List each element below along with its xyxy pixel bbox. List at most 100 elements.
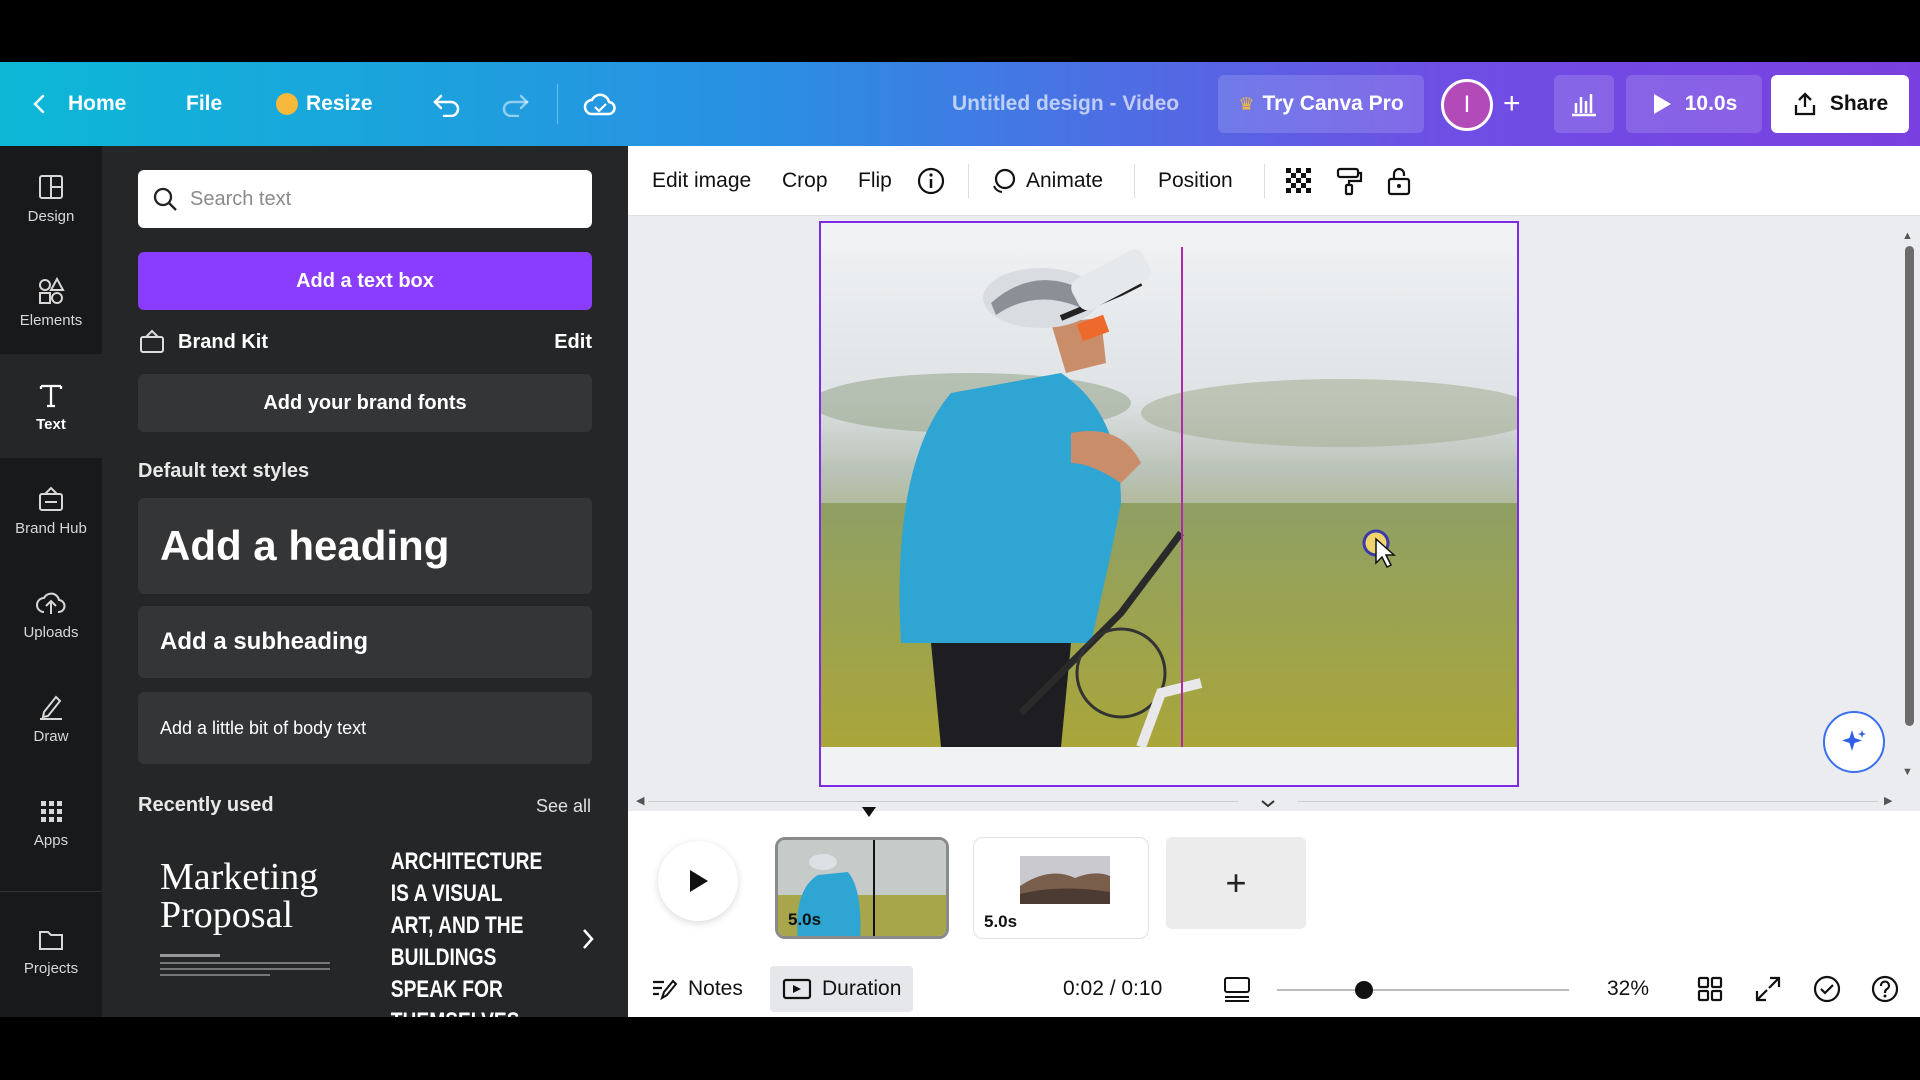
duration-button[interactable]: Duration <box>770 966 914 1012</box>
analytics-icon[interactable] <box>1554 75 1614 133</box>
search-icon <box>153 187 177 211</box>
recently-used-label: Recently used <box>138 794 274 816</box>
scroll-up-arrow-icon[interactable]: ▲ <box>1902 230 1913 242</box>
text-panel: Add a text box Brand Kit Edit Add your b… <box>102 146 628 1035</box>
brand-hub-icon <box>39 486 63 511</box>
add-brand-fonts-button[interactable]: Add your brand fonts <box>138 374 592 432</box>
rail-item-design[interactable]: Design <box>0 146 102 250</box>
brand-kit-edit-link[interactable]: Edit <box>554 331 592 354</box>
grid-view-icon[interactable] <box>1696 966 1724 1012</box>
brand-kit-row: Brand Kit Edit <box>138 322 592 362</box>
add-heading-button[interactable]: Add a heading <box>138 498 592 594</box>
scroll-right-arrow-icon[interactable]: ▶ <box>1884 794 1892 807</box>
scroll-down-arrow-icon[interactable]: ▼ <box>1902 766 1913 778</box>
avatar[interactable]: I <box>1441 79 1493 131</box>
redo-icon[interactable] <box>500 62 530 146</box>
file-menu[interactable]: File <box>186 62 222 146</box>
crop-button[interactable]: Crop <box>782 146 828 216</box>
vertical-scrollbar[interactable] <box>1905 246 1914 726</box>
rail-label: Design <box>27 207 75 225</box>
add-subheading-button[interactable]: Add a subheading <box>138 606 592 678</box>
add-member-icon[interactable]: + <box>1503 62 1521 146</box>
clip-duration: 5.0s <box>984 912 1018 931</box>
divider <box>1264 164 1265 198</box>
home-button[interactable]: Home <box>68 62 126 146</box>
check-icon[interactable] <box>1812 966 1842 1012</box>
chevron-right-icon[interactable] <box>580 926 596 957</box>
duration-label: Duration <box>822 977 902 1000</box>
rail-item-uploads[interactable]: Uploads <box>0 562 102 666</box>
zoom-slider-handle[interactable] <box>1355 981 1373 999</box>
try-canva-pro-button[interactable]: ♛ Try Canva Pro <box>1218 75 1424 133</box>
context-toolbar: Edit image Crop Flip Animate Position <box>628 146 1920 216</box>
play-duration: 10.0s <box>1684 92 1738 115</box>
play-icon <box>1653 94 1671 114</box>
canvas-photo <box>821 223 1517 785</box>
rail-label: Draw <box>33 727 69 745</box>
timeline-clip-1[interactable]: 5.0s <box>775 837 949 939</box>
notes-label: Notes <box>688 977 743 1000</box>
document-title[interactable]: Untitled design - Video <box>952 62 1179 146</box>
rail-item-apps[interactable]: Apps <box>0 770 102 874</box>
flip-button[interactable]: Flip <box>858 146 892 216</box>
rail-item-projects[interactable]: Projects <box>0 898 102 1002</box>
undo-icon[interactable] <box>432 62 462 146</box>
text-icon <box>39 384 63 407</box>
play-icon <box>690 870 708 892</box>
design-canvas[interactable] <box>819 221 1519 787</box>
recent-template-lines <box>160 954 330 976</box>
search-input[interactable] <box>190 187 570 211</box>
cloud-save-icon[interactable] <box>582 62 618 146</box>
playhead-marker-icon[interactable] <box>860 805 878 826</box>
rail-label: Apps <box>33 831 69 849</box>
try-pro-label: Try Canva Pro <box>1262 92 1404 115</box>
zoom-level[interactable]: 32% <box>1607 966 1649 1012</box>
see-all-link[interactable]: See all <box>536 796 591 817</box>
notes-icon <box>653 979 678 1001</box>
page-view-icon[interactable] <box>1222 966 1252 1012</box>
fullscreen-icon[interactable] <box>1754 966 1782 1012</box>
crown-icon <box>276 93 298 115</box>
timeline-play-button[interactable] <box>658 841 738 921</box>
rail-item-brand-hub[interactable]: Brand Hub <box>0 458 102 562</box>
zoom-slider-track[interactable] <box>1277 989 1569 991</box>
add-text-box-button[interactable]: Add a text box <box>138 252 592 310</box>
brand-kit-icon <box>140 329 164 353</box>
timeline-clip-2[interactable]: 5.0s <box>973 837 1149 939</box>
search-box[interactable] <box>138 170 592 228</box>
clip-thumbnail <box>1020 856 1110 904</box>
resize-button[interactable]: Resize <box>276 62 373 146</box>
back-chevron-icon[interactable] <box>30 62 48 146</box>
brand-kit-label: Brand Kit <box>178 330 268 353</box>
rail-label: Projects <box>23 959 79 977</box>
play-preview-button[interactable]: 10.0s <box>1626 75 1762 133</box>
magic-assistant-button[interactable] <box>1823 711 1885 773</box>
recent-template-architecture[interactable]: ARCHITECTURE IS A VISUAL ART, AND THE BU… <box>370 836 580 1035</box>
scroll-left-arrow-icon[interactable]: ◀ <box>636 794 644 807</box>
recent-template-marketing[interactable]: Marketing Proposal <box>138 836 348 1011</box>
info-icon[interactable] <box>916 146 946 216</box>
transparency-icon[interactable] <box>1284 146 1314 216</box>
help-icon[interactable] <box>1870 966 1900 1012</box>
animate-button[interactable]: Animate <box>988 146 1103 216</box>
animate-label: Animate <box>1026 169 1104 192</box>
timeline: 5.0s 5.0s + Notes Duration 0:02 / 0:10 3… <box>628 807 1920 1017</box>
rail-item-elements[interactable]: Elements <box>0 250 102 354</box>
position-button[interactable]: Position <box>1158 146 1233 216</box>
recent-template-title: Marketing Proposal <box>160 856 319 936</box>
share-button[interactable]: Share <box>1771 75 1909 133</box>
animate-icon <box>993 168 1016 193</box>
add-page-button[interactable]: + <box>1166 837 1306 929</box>
divider <box>0 891 102 892</box>
share-label: Share <box>1829 92 1889 115</box>
notes-button[interactable]: Notes <box>650 966 743 1012</box>
rail-label: Text <box>36 415 66 433</box>
add-body-text-button[interactable]: Add a little bit of body text <box>138 692 592 764</box>
edit-image-button[interactable]: Edit image <box>652 146 751 216</box>
lock-icon[interactable] <box>1384 146 1414 216</box>
paint-roller-icon[interactable] <box>1334 146 1364 216</box>
rail-item-draw[interactable]: Draw <box>0 666 102 770</box>
rail-item-text[interactable]: Text <box>0 354 102 458</box>
editor-area: Edit image Crop Flip Animate Position ▲ … <box>628 146 1920 1017</box>
duration-icon <box>782 978 812 1000</box>
